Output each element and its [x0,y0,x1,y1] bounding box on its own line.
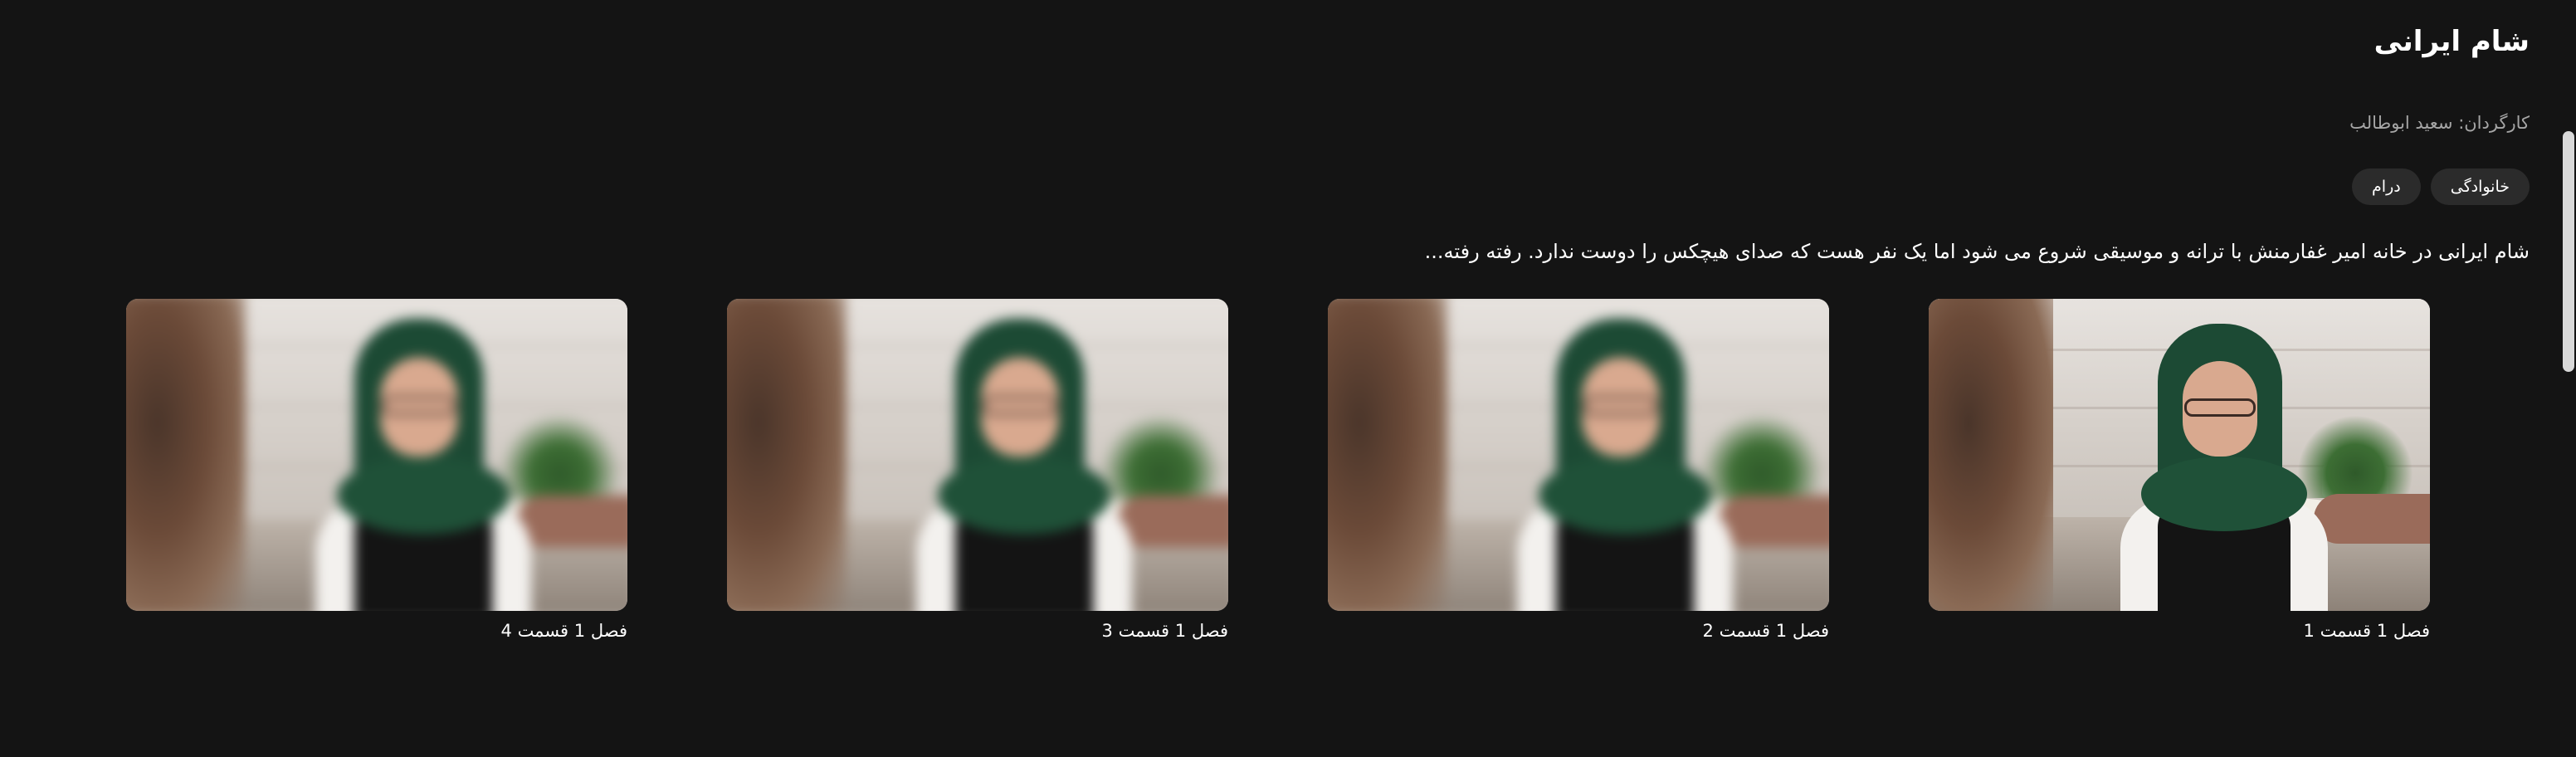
thumbnail-image [727,299,1228,611]
thumbnail-image [1328,299,1829,611]
show-title: شام ایرانی [2374,25,2530,58]
genre-list: خانوادگی درام [2352,168,2530,205]
director-line: کارگردان: سعید ابوطالب [2349,113,2530,133]
episode-thumbnail[interactable] [1328,299,1829,611]
episode-title[interactable]: فصل 1 قسمت 2 [1328,618,1829,644]
episode-card[interactable]: فصل 1 قسمت 3 [727,299,1228,644]
genre-chip[interactable]: درام [2352,168,2421,205]
series-detail-page: شام ایرانی کارگردان: سعید ابوطالب خانواد… [0,0,2576,757]
scrollbar-thumb[interactable] [2563,131,2574,372]
episode-list: فصل 1 قسمت 1 فصل 1 قسمت 2 فصل 1 قسمت 3 ف… [126,299,2430,644]
episode-title[interactable]: فصل 1 قسمت 3 [727,618,1228,644]
episode-card[interactable]: فصل 1 قسمت 4 [126,299,627,644]
episode-title[interactable]: فصل 1 قسمت 4 [126,618,627,644]
episode-thumbnail[interactable] [126,299,627,611]
episode-thumbnail[interactable] [1929,299,2430,611]
thumbnail-image [126,299,627,611]
episode-card[interactable]: فصل 1 قسمت 1 [1929,299,2430,644]
synopsis: شام ایرانی در خانه امیر غفارمنش با ترانه… [1424,240,2530,263]
episode-thumbnail[interactable] [727,299,1228,611]
thumbnail-image [1929,299,2430,611]
genre-chip[interactable]: خانوادگی [2430,168,2530,205]
episode-title[interactable]: فصل 1 قسمت 1 [1929,618,2430,644]
scrollbar[interactable] [2561,0,2576,757]
episode-card[interactable]: فصل 1 قسمت 2 [1328,299,1829,644]
